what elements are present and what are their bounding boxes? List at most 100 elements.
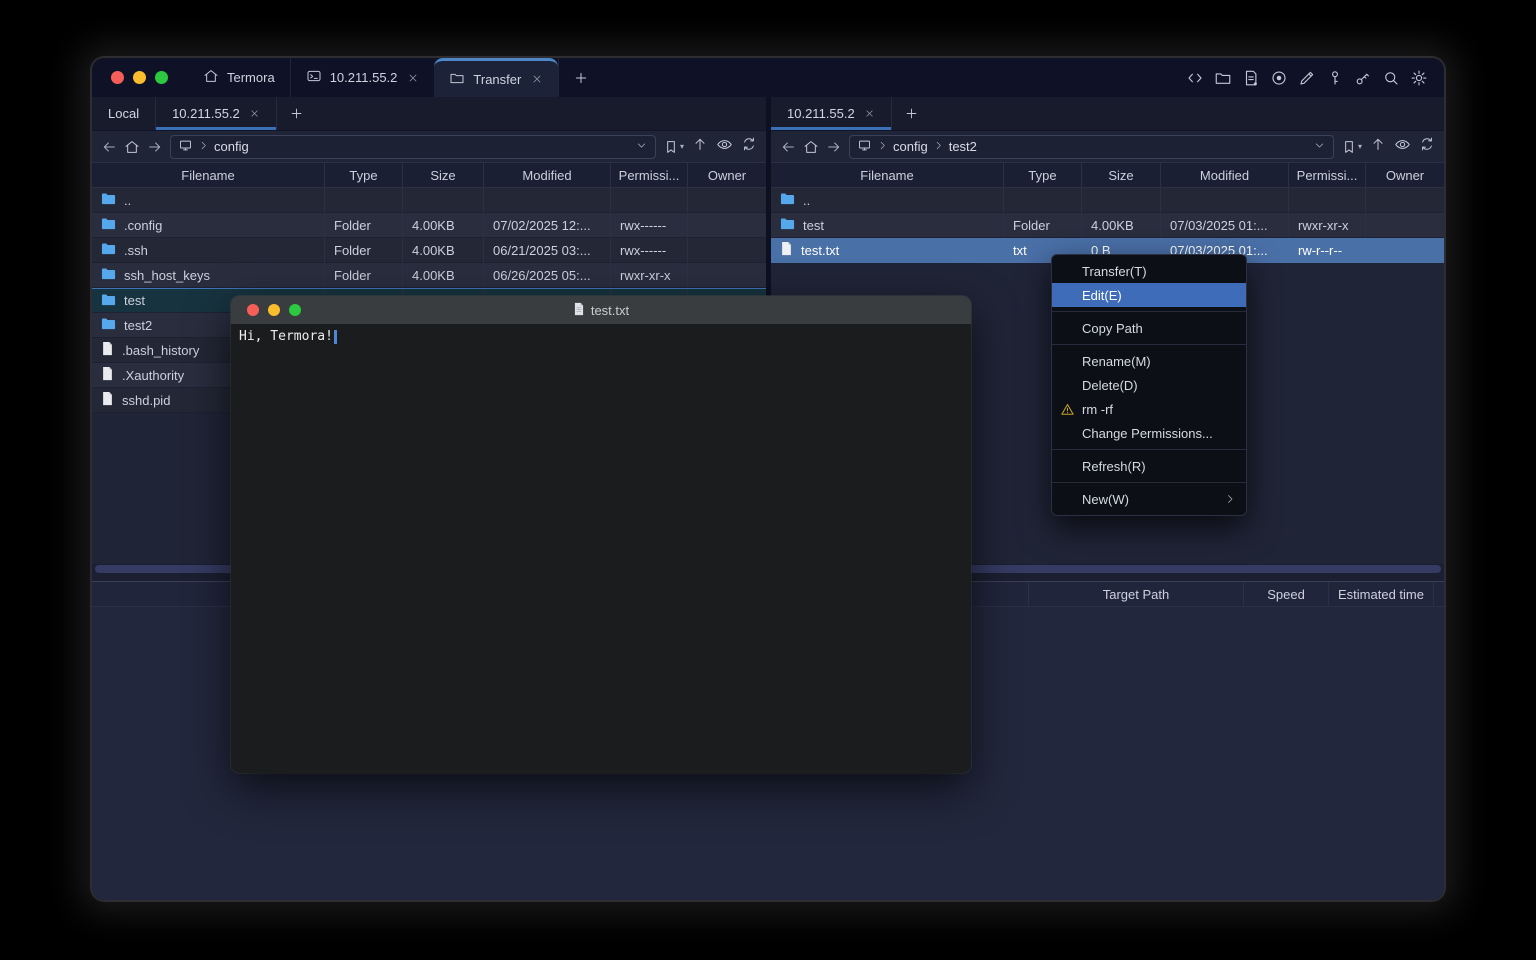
table-row[interactable]: test Folder4.00KB07/03/2025 01:...rwxr-x… (771, 213, 1444, 238)
path-segment[interactable]: test2 (949, 139, 977, 154)
editor-content-area[interactable]: Hi, Termora! (231, 324, 971, 773)
column-header-permissions[interactable]: Permissi... (611, 163, 688, 187)
editor-text: Hi, Termora! (239, 329, 333, 344)
tab-remote-host[interactable]: 10.211.55.2 (771, 97, 892, 130)
log-document-icon[interactable] (1242, 69, 1260, 87)
column-header-modified[interactable]: Modified (484, 163, 611, 187)
folder-icon (101, 317, 116, 333)
close-tab-icon[interactable] (249, 108, 260, 119)
filename: test (124, 293, 145, 308)
column-header-speed[interactable]: Speed (1243, 582, 1328, 606)
column-header-owner[interactable]: Owner (1366, 163, 1444, 187)
back-button[interactable] (780, 139, 796, 155)
code-snippets-icon[interactable] (1186, 69, 1204, 87)
editor-title-bar[interactable]: test.txt (231, 296, 971, 324)
path-segment[interactable]: config (893, 139, 928, 154)
search-icon[interactable] (1382, 69, 1400, 87)
right-panel-tabs: 10.211.55.2 (771, 97, 1444, 131)
key-icon[interactable] (1326, 69, 1344, 87)
close-tab-icon[interactable] (531, 73, 543, 85)
menu-item-new[interactable]: New(W) (1052, 487, 1246, 511)
forward-button[interactable] (826, 139, 842, 155)
show-hidden-files-button[interactable] (1394, 136, 1411, 158)
column-header-target-path[interactable]: Target Path (1028, 582, 1243, 606)
computer-icon (178, 138, 193, 156)
refresh-button[interactable] (741, 136, 757, 157)
tab-label: 10.211.55.2 (172, 106, 240, 121)
filename: sshd.pid (122, 393, 170, 408)
chevron-right-icon (933, 139, 944, 154)
keychain-icon[interactable] (1354, 69, 1372, 87)
close-window-button[interactable] (247, 304, 259, 316)
home-icon (203, 68, 219, 87)
column-header-modified[interactable]: Modified (1161, 163, 1289, 187)
settings-gear-icon[interactable] (1410, 69, 1428, 87)
menu-item-transfer[interactable]: Transfer(T) (1052, 259, 1246, 283)
column-header-filename[interactable]: Filename (92, 163, 325, 187)
back-button[interactable] (101, 139, 117, 155)
column-header-filename[interactable]: Filename (771, 163, 1004, 187)
close-tab-icon[interactable] (407, 72, 419, 84)
tab-host-session[interactable]: 10.211.55.2 (290, 58, 435, 97)
column-header-type[interactable]: Type (1004, 163, 1082, 187)
path-segment[interactable]: config (214, 139, 249, 154)
table-row[interactable]: ssh_host_keys Folder4.00KB06/26/2025 05:… (92, 263, 766, 288)
menu-item-delete[interactable]: Delete(D) (1052, 373, 1246, 397)
tab-remote-host[interactable]: 10.211.55.2 (156, 97, 277, 130)
maximize-window-button[interactable] (155, 71, 168, 84)
new-tab-button[interactable] (558, 58, 603, 97)
minimize-window-button[interactable] (268, 304, 280, 316)
column-header-size[interactable]: Size (403, 163, 484, 187)
table-row[interactable]: .ssh Folder4.00KB06/21/2025 03:...rwx---… (92, 238, 766, 263)
menu-item-change-permissions[interactable]: Change Permissions... (1052, 421, 1246, 445)
table-row[interactable]: .config Folder4.00KB07/02/2025 12:...rwx… (92, 213, 766, 238)
maximize-window-button[interactable] (289, 304, 301, 316)
table-row[interactable]: .. (92, 188, 766, 213)
menu-item-rm-rf[interactable]: rm -rf (1052, 397, 1246, 421)
tab-label: Termora (227, 70, 275, 85)
edit-pencil-icon[interactable] (1298, 69, 1316, 87)
path-bar[interactable]: config test2 (849, 135, 1334, 159)
tab-local[interactable]: Local (92, 97, 156, 130)
menu-label: Refresh(R) (1082, 459, 1146, 474)
column-header-estimated-time[interactable]: Estimated time (1328, 582, 1433, 606)
close-tab-icon[interactable] (864, 108, 875, 119)
chevron-down-icon[interactable] (635, 139, 648, 155)
tab-termora[interactable]: Termora (188, 58, 290, 97)
forward-button[interactable] (147, 139, 163, 155)
home-button[interactable] (124, 139, 140, 155)
menu-label: New(W) (1082, 492, 1129, 507)
up-directory-button[interactable] (1370, 136, 1386, 157)
up-directory-button[interactable] (692, 136, 708, 157)
chevron-down-icon[interactable] (1313, 139, 1326, 155)
minimize-window-button[interactable] (133, 71, 146, 84)
path-bar[interactable]: config (170, 135, 656, 159)
bookmark-button[interactable]: ▾ (663, 139, 684, 155)
menu-item-rename[interactable]: Rename(M) (1052, 349, 1246, 373)
warning-icon (1060, 402, 1075, 417)
table-row[interactable]: .. (771, 188, 1444, 213)
chevron-right-icon (877, 139, 888, 154)
filename: test.txt (801, 243, 839, 258)
menu-item-refresh[interactable]: Refresh(R) (1052, 454, 1246, 478)
column-header-owner[interactable]: Owner (688, 163, 766, 187)
column-header-type[interactable]: Type (325, 163, 403, 187)
new-panel-tab-button[interactable] (277, 97, 316, 130)
column-header-permissions[interactable]: Permissi... (1289, 163, 1366, 187)
home-button[interactable] (803, 139, 819, 155)
tab-transfer[interactable]: Transfer (434, 58, 558, 97)
menu-item-copy-path[interactable]: Copy Path (1052, 316, 1246, 340)
column-header-size[interactable]: Size (1082, 163, 1161, 187)
bookmark-button[interactable]: ▾ (1341, 139, 1362, 155)
close-window-button[interactable] (111, 71, 124, 84)
new-panel-tab-button[interactable] (892, 97, 931, 130)
left-panel-tabs: Local 10.211.55.2 (92, 97, 766, 131)
menu-item-edit[interactable]: Edit(E) (1052, 283, 1246, 307)
record-icon[interactable] (1270, 69, 1288, 87)
window-controls (92, 58, 188, 97)
menu-label: rm -rf (1082, 402, 1113, 417)
folder-icon[interactable] (1214, 69, 1232, 87)
show-hidden-files-button[interactable] (716, 136, 733, 158)
text-cursor (334, 330, 337, 344)
refresh-button[interactable] (1419, 136, 1435, 157)
